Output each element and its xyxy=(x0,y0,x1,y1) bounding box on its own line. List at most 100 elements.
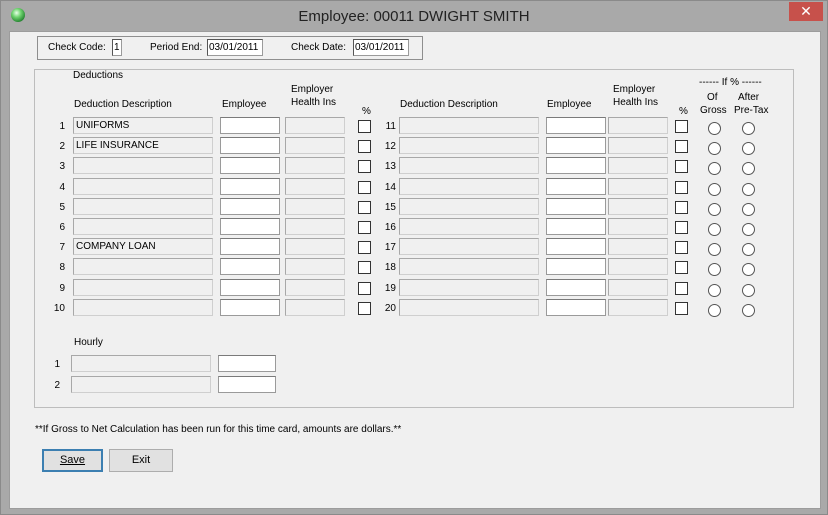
employer-health-ins-field[interactable] xyxy=(608,279,668,296)
percent-checkbox[interactable] xyxy=(675,221,688,234)
employee-amount-field[interactable] xyxy=(220,299,280,316)
employee-amount-field[interactable] xyxy=(546,218,606,235)
after-pretax-radio[interactable] xyxy=(742,243,755,256)
employer-health-ins-field[interactable] xyxy=(608,198,668,215)
of-gross-radio[interactable] xyxy=(708,243,721,256)
of-gross-radio[interactable] xyxy=(708,183,721,196)
hourly-amount-field[interactable] xyxy=(218,355,276,372)
percent-checkbox[interactable] xyxy=(358,140,371,153)
employer-health-ins-field[interactable] xyxy=(285,238,345,255)
percent-checkbox[interactable] xyxy=(358,120,371,133)
percent-checkbox[interactable] xyxy=(358,201,371,214)
employee-amount-field[interactable] xyxy=(220,178,280,195)
employer-health-ins-field[interactable] xyxy=(285,258,345,275)
percent-checkbox[interactable] xyxy=(675,302,688,315)
employee-amount-field[interactable] xyxy=(220,117,280,134)
percent-checkbox[interactable] xyxy=(675,261,688,274)
save-button[interactable]: Save xyxy=(42,449,103,472)
employer-health-ins-field[interactable] xyxy=(608,117,668,134)
of-gross-radio[interactable] xyxy=(708,223,721,236)
deduction-description-field[interactable] xyxy=(73,299,213,316)
percent-checkbox[interactable] xyxy=(358,302,371,315)
percent-checkbox[interactable] xyxy=(675,282,688,295)
of-gross-radio[interactable] xyxy=(708,304,721,317)
after-pretax-radio[interactable] xyxy=(742,142,755,155)
employee-amount-field[interactable] xyxy=(220,238,280,255)
after-pretax-radio[interactable] xyxy=(742,203,755,216)
employee-amount-field[interactable] xyxy=(546,178,606,195)
deduction-description-field[interactable] xyxy=(399,238,539,255)
deduction-description-field[interactable] xyxy=(399,198,539,215)
deduction-description-field[interactable] xyxy=(399,299,539,316)
after-pretax-radio[interactable] xyxy=(742,304,755,317)
employee-amount-field[interactable] xyxy=(546,299,606,316)
of-gross-radio[interactable] xyxy=(708,203,721,216)
deduction-description-field[interactable] xyxy=(399,117,539,134)
deduction-description-field[interactable] xyxy=(399,178,539,195)
deduction-description-field[interactable]: COMPANY LOAN xyxy=(73,238,213,255)
employee-amount-field[interactable] xyxy=(546,238,606,255)
percent-checkbox[interactable] xyxy=(358,221,371,234)
percent-checkbox[interactable] xyxy=(358,181,371,194)
employee-amount-field[interactable] xyxy=(546,157,606,174)
deduction-description-field[interactable] xyxy=(73,198,213,215)
employer-health-ins-field[interactable] xyxy=(285,157,345,174)
employee-amount-field[interactable] xyxy=(546,137,606,154)
employer-health-ins-field[interactable] xyxy=(285,137,345,154)
hourly-description-field[interactable] xyxy=(71,355,211,372)
employer-health-ins-field[interactable] xyxy=(285,198,345,215)
employee-amount-field[interactable] xyxy=(220,218,280,235)
deduction-description-field[interactable]: LIFE INSURANCE xyxy=(73,137,213,154)
percent-checkbox[interactable] xyxy=(358,241,371,254)
percent-checkbox[interactable] xyxy=(358,261,371,274)
deduction-description-field[interactable] xyxy=(399,258,539,275)
percent-checkbox[interactable] xyxy=(358,160,371,173)
after-pretax-radio[interactable] xyxy=(742,223,755,236)
employer-health-ins-field[interactable] xyxy=(608,178,668,195)
deduction-description-field[interactable] xyxy=(73,178,213,195)
check-code-field[interactable]: 1 xyxy=(112,39,122,56)
employer-health-ins-field[interactable] xyxy=(608,218,668,235)
percent-checkbox[interactable] xyxy=(675,140,688,153)
of-gross-radio[interactable] xyxy=(708,284,721,297)
deduction-description-field[interactable] xyxy=(73,258,213,275)
employee-amount-field[interactable] xyxy=(220,279,280,296)
employer-health-ins-field[interactable] xyxy=(285,299,345,316)
employer-health-ins-field[interactable] xyxy=(608,157,668,174)
employer-health-ins-field[interactable] xyxy=(608,258,668,275)
exit-button[interactable]: Exit xyxy=(109,449,173,472)
percent-checkbox[interactable] xyxy=(675,181,688,194)
percent-checkbox[interactable] xyxy=(358,282,371,295)
after-pretax-radio[interactable] xyxy=(742,263,755,276)
hourly-amount-field[interactable] xyxy=(218,376,276,393)
close-button[interactable]: ✕ xyxy=(789,2,823,21)
period-end-field[interactable]: 03/01/2011 xyxy=(207,39,263,56)
of-gross-radio[interactable] xyxy=(708,142,721,155)
of-gross-radio[interactable] xyxy=(708,162,721,175)
of-gross-radio[interactable] xyxy=(708,122,721,135)
percent-checkbox[interactable] xyxy=(675,120,688,133)
after-pretax-radio[interactable] xyxy=(742,122,755,135)
after-pretax-radio[interactable] xyxy=(742,284,755,297)
employee-amount-field[interactable] xyxy=(220,198,280,215)
hourly-description-field[interactable] xyxy=(71,376,211,393)
employer-health-ins-field[interactable] xyxy=(608,238,668,255)
employee-amount-field[interactable] xyxy=(220,258,280,275)
deduction-description-field[interactable] xyxy=(399,218,539,235)
employer-health-ins-field[interactable] xyxy=(608,299,668,316)
after-pretax-radio[interactable] xyxy=(742,183,755,196)
employer-health-ins-field[interactable] xyxy=(285,117,345,134)
of-gross-radio[interactable] xyxy=(708,263,721,276)
employer-health-ins-field[interactable] xyxy=(285,178,345,195)
percent-checkbox[interactable] xyxy=(675,201,688,214)
after-pretax-radio[interactable] xyxy=(742,162,755,175)
employee-amount-field[interactable] xyxy=(220,157,280,174)
deduction-description-field[interactable] xyxy=(73,218,213,235)
deduction-description-field[interactable] xyxy=(399,157,539,174)
employer-health-ins-field[interactable] xyxy=(285,218,345,235)
employer-health-ins-field[interactable] xyxy=(608,137,668,154)
deduction-description-field[interactable]: UNIFORMS xyxy=(73,117,213,134)
deduction-description-field[interactable] xyxy=(399,279,539,296)
deduction-description-field[interactable] xyxy=(73,157,213,174)
employee-amount-field[interactable] xyxy=(546,258,606,275)
